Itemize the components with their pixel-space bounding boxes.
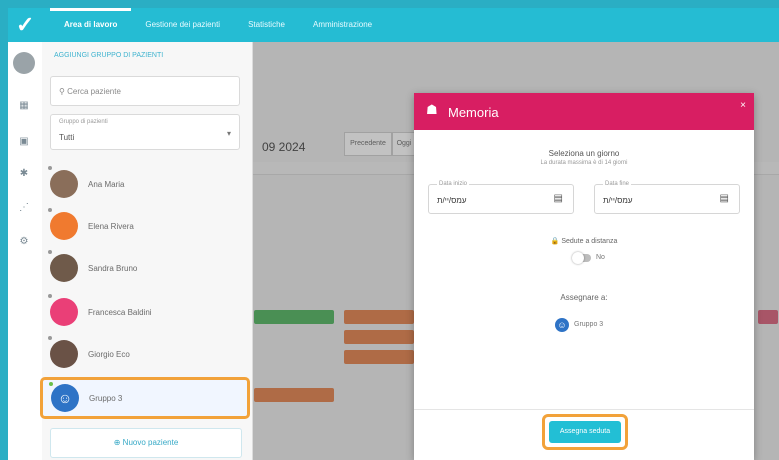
user-avatar-icon[interactable] — [13, 52, 35, 74]
patient-avatar — [50, 170, 78, 198]
start-date-label: Data inizio — [437, 181, 470, 187]
search-placeholder: Cerca paziente — [67, 87, 121, 96]
tab-amministrazione[interactable]: Amministrazione — [299, 8, 386, 42]
chevron-down-icon: ▾ — [226, 129, 231, 138]
select-day-title: Seleziona un giorno — [548, 149, 620, 158]
share-icon[interactable]: ⋰ — [18, 202, 30, 214]
group-icon: ☺ — [555, 318, 569, 332]
add-patient-group-link[interactable]: AGGIUNGI GRUPPO DI PAZIENTI — [54, 52, 163, 59]
status-dot-icon — [48, 336, 52, 340]
top-navigation-bar: ✓ Area di lavoro Gestione dei pazienti S… — [8, 8, 779, 42]
remote-session-text: Sedute a distanza — [561, 238, 618, 245]
calendar-icon[interactable]: ▣ — [18, 136, 30, 148]
assign-to-label: Assegnare a: — [560, 293, 608, 302]
patient-name: Ana Maria — [88, 180, 125, 189]
select-value: Tutti — [59, 133, 75, 142]
end-date-value: עמס/יי/ת — [603, 196, 633, 205]
assign-session-button[interactable]: Assegna seduta — [549, 421, 621, 443]
left-rail: ▦ ▣ ✱ ⋰ ⚙ — [8, 42, 43, 460]
patient-list-item-selected[interactable]: ☺ Gruppo 3 — [40, 377, 250, 419]
start-date-value: עמס/יי/ת — [437, 196, 467, 205]
tab-area-di-lavoro[interactable]: Area di lavoro — [50, 8, 132, 42]
modal-header: ☗ Memoria × — [414, 93, 754, 130]
patient-name: Sandra Bruno — [88, 264, 138, 273]
add-patient-label: Nuovo paziente — [122, 438, 179, 447]
bell-icon: ☗ — [426, 102, 438, 117]
status-dot-icon — [49, 382, 53, 386]
end-date-label: Data fine — [603, 181, 632, 187]
patient-list-item[interactable]: Sandra Bruno — [42, 248, 252, 290]
patient-list-item[interactable]: Ana Maria — [42, 164, 252, 206]
gear-icon[interactable]: ✱ — [18, 168, 30, 180]
assignee-name: Gruppo 3 — [574, 321, 604, 328]
select-label: Gruppo di pazienti — [59, 119, 108, 125]
settings-icon[interactable]: ⚙ — [18, 236, 30, 248]
remote-session-label: 🔒 Sedute a distanza — [550, 238, 618, 245]
app-logo-icon[interactable]: ✓ — [16, 12, 42, 38]
modal-title: Memoria — [448, 105, 499, 120]
patient-name: Gruppo 3 — [89, 394, 123, 403]
patient-avatar — [50, 212, 78, 240]
calendar-icon[interactable]: ▤ — [554, 193, 563, 204]
patient-search-input[interactable]: ⚲ Cerca paziente — [50, 76, 240, 106]
group-avatar-icon: ☺ — [51, 384, 79, 412]
patient-avatar — [50, 254, 78, 282]
select-day-subtitle: La durata massima è di 14 giorni — [540, 160, 628, 166]
toggle-value: No — [596, 254, 605, 261]
patient-list-item[interactable]: Francesca Baldini — [42, 292, 252, 334]
start-date-field[interactable]: Data inizio עמס/יי/ת ▤ — [428, 181, 574, 214]
patient-name: Elena Rivera — [88, 222, 134, 231]
patient-name: Giorgio Eco — [88, 350, 130, 359]
status-dot-icon — [48, 166, 52, 170]
add-patient-button[interactable]: ⊕ Nuovo paziente — [50, 428, 242, 458]
tab-gestione-pazienti[interactable]: Gestione dei pazienti — [131, 8, 234, 42]
patient-list-item[interactable]: Giorgio Eco — [42, 334, 252, 376]
patient-avatar — [50, 298, 78, 326]
status-dot-icon — [48, 294, 52, 298]
main-tabs: Area di lavoro Gestione dei pazienti Sta… — [50, 8, 386, 42]
status-dot-icon — [48, 250, 52, 254]
tab-statistiche[interactable]: Statistiche — [234, 8, 299, 42]
modal-footer-divider — [414, 409, 754, 410]
status-dot-icon — [48, 208, 52, 212]
patient-name: Francesca Baldini — [88, 308, 152, 317]
calendar-icon[interactable]: ▤ — [720, 193, 729, 204]
patient-avatar — [50, 340, 78, 368]
patient-group-select[interactable]: Gruppo di pazienti Tutti ▾ — [50, 114, 240, 150]
assign-button-highlight: Assegna seduta — [542, 414, 628, 450]
chart-icon[interactable]: ▦ — [18, 100, 30, 112]
end-date-field[interactable]: Data fine עמס/יי/ת ▤ — [594, 181, 740, 214]
patient-list-item[interactable]: Elena Rivera — [42, 206, 252, 248]
memoria-modal: ☗ Memoria × Seleziona un giorno La durat… — [414, 93, 754, 460]
close-icon[interactable]: × — [740, 100, 746, 111]
toggle-knob[interactable] — [572, 252, 584, 264]
